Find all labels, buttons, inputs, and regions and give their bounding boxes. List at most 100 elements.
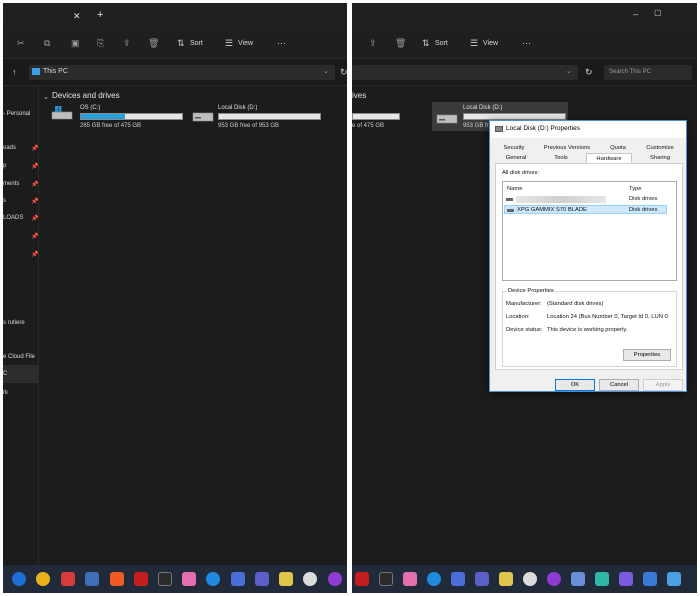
view-button[interactable]: View [483,40,498,47]
share-icon[interactable]: ⇪ [123,38,131,48]
drive-d-usage-bar [218,113,321,120]
app-screen-icon[interactable] [667,572,681,586]
tab-previous-versions[interactable]: Previous Versions [538,145,596,151]
search-box[interactable]: Search This PC [604,65,692,80]
podcast-icon[interactable] [547,572,561,586]
close-tab-icon[interactable]: ✕ [73,11,81,21]
nav-item-documents[interactable]: ments [3,181,19,187]
os-drive-icon [51,106,73,120]
calendar-icon[interactable] [499,572,513,586]
vegas-icon[interactable] [379,572,393,586]
chevron-down-icon[interactable]: ⌄ [566,67,572,77]
column-type-header[interactable]: Type [629,186,642,192]
chrome-icon[interactable] [36,572,50,586]
app-circle-icon[interactable] [206,572,220,586]
up-arrow-icon[interactable]: ↑ [12,67,17,77]
calendar-icon[interactable] [279,572,293,586]
tab-general[interactable]: General [496,155,536,161]
tab-security[interactable]: Security [496,145,532,151]
address-bar[interactable]: This PC ⌄ [29,65,335,80]
nav-item-personal[interactable]: - Personal [3,111,30,117]
minimize-icon[interactable]: – [633,9,638,19]
sort-icon: ⇅ [422,38,430,48]
more-options-button[interactable]: ··· [522,38,531,48]
shield-icon[interactable] [61,572,75,586]
all-disk-drives-label: All disk drives: [502,170,540,176]
podcast-icon[interactable] [328,572,342,586]
pin-icon: 📌 [31,199,39,205]
teams-icon[interactable] [255,572,269,586]
app-chart-icon[interactable] [451,572,465,586]
tab-tools[interactable]: Tools [542,155,580,161]
address-bar[interactable]: ⌄ [352,65,578,80]
paint-icon[interactable] [182,572,196,586]
blocked-icon[interactable] [303,572,317,586]
drive-name: XPG GAMMIX S70 BLADE [517,207,587,213]
maximize-icon[interactable]: ▢ [654,8,662,18]
tab-customize[interactable]: Customize [638,145,682,151]
disk-drives-list[interactable]: Name Type Disk drives XPG GAMMIX S70 BLA… [502,181,677,281]
nav-item-downloads[interactable]: oads [3,145,16,151]
acrobat-icon[interactable] [355,572,369,586]
refresh-icon[interactable]: ↻ [585,67,593,77]
teams-icon[interactable] [475,572,489,586]
view-icon: ☰ [225,38,234,48]
nav-item-desktop[interactable]: p [3,163,6,169]
sort-button[interactable]: Sort [190,40,203,47]
app-chart-icon[interactable] [231,572,245,586]
edge-icon[interactable] [12,572,26,586]
apply-button[interactable]: Apply [643,379,683,391]
pin-icon: 📌 [31,216,39,222]
nav-item-cloud-files[interactable]: e Cloud File [3,354,35,360]
share-icon[interactable]: ⇪ [369,38,377,48]
brave-icon[interactable] [110,572,124,586]
paste-icon[interactable]: ▣ [71,38,80,48]
device-status-value: This device is working properly. [547,327,628,333]
copy-icon[interactable]: ⧉ [44,38,50,48]
more-options-button[interactable]: ··· [277,38,286,48]
delete-icon[interactable]: 🗑 [395,38,406,48]
save-icon[interactable] [571,572,585,586]
acrobat-icon[interactable] [134,572,148,586]
refresh-icon[interactable]: ↻ [340,67,347,77]
nav-item-pictures[interactable]: s [3,198,6,204]
properties-button[interactable]: Properties [623,349,671,361]
photos-icon[interactable] [85,572,99,586]
list-item[interactable]: Disk drives [504,195,675,204]
device-status-label: Device status: [506,327,543,333]
view-button[interactable]: View [238,40,253,47]
new-tab-icon[interactable]: + [97,10,103,21]
list-item-selected[interactable]: XPG GAMMIX S70 BLADE Disk drives [504,205,667,214]
app-grid-icon[interactable] [643,572,657,586]
section-devices-and-drives: Devices and drives [52,91,120,100]
paint-icon[interactable] [403,572,417,586]
address-row: ↑ This PC ⌄ ↻ [3,59,347,86]
properties-dialog: Local Disk (D:) Properties Security Prev… [489,120,687,392]
taskbar [3,565,347,593]
app-window-icon[interactable] [619,572,633,586]
nav-item-rutiere[interactable]: s rutiere [3,320,25,326]
app-circle-icon[interactable] [427,572,441,586]
chevron-down-icon[interactable]: ⌄ [323,67,329,77]
notes-icon[interactable] [595,572,609,586]
cut-icon[interactable]: ✂ [17,38,25,48]
file-explorer-left: ✕ + ✂ ⧉ ▣ ⎘ ⇪ 🗑 ⇅ Sort ☰ View ··· ↑ This… [3,3,347,593]
column-name-header[interactable]: Name [507,186,522,192]
nav-item-network[interactable]: rk [3,390,8,396]
nav-item-this-pc[interactable]: C [3,371,7,377]
sort-icon: ⇅ [177,38,185,48]
nav-item-downloads-2[interactable]: LOADS [3,215,23,221]
delete-icon[interactable]: 🗑 [148,38,159,48]
ok-button[interactable]: OK [555,379,595,391]
tab-quota[interactable]: Quota [602,145,634,151]
chevron-down-icon[interactable]: ⌄ [43,93,49,103]
blocked-icon[interactable] [523,572,537,586]
tab-sharing[interactable]: Sharing [638,155,682,161]
vegas-icon[interactable] [158,572,172,586]
drive-d-name: Local Disk (D:) [218,105,258,111]
rename-icon[interactable]: ⎘ [97,38,104,48]
sort-button[interactable]: Sort [435,40,448,47]
pin-icon: 📌 [31,182,39,188]
cancel-button[interactable]: Cancel [599,379,639,391]
drive-c-usage-fill [81,114,126,119]
